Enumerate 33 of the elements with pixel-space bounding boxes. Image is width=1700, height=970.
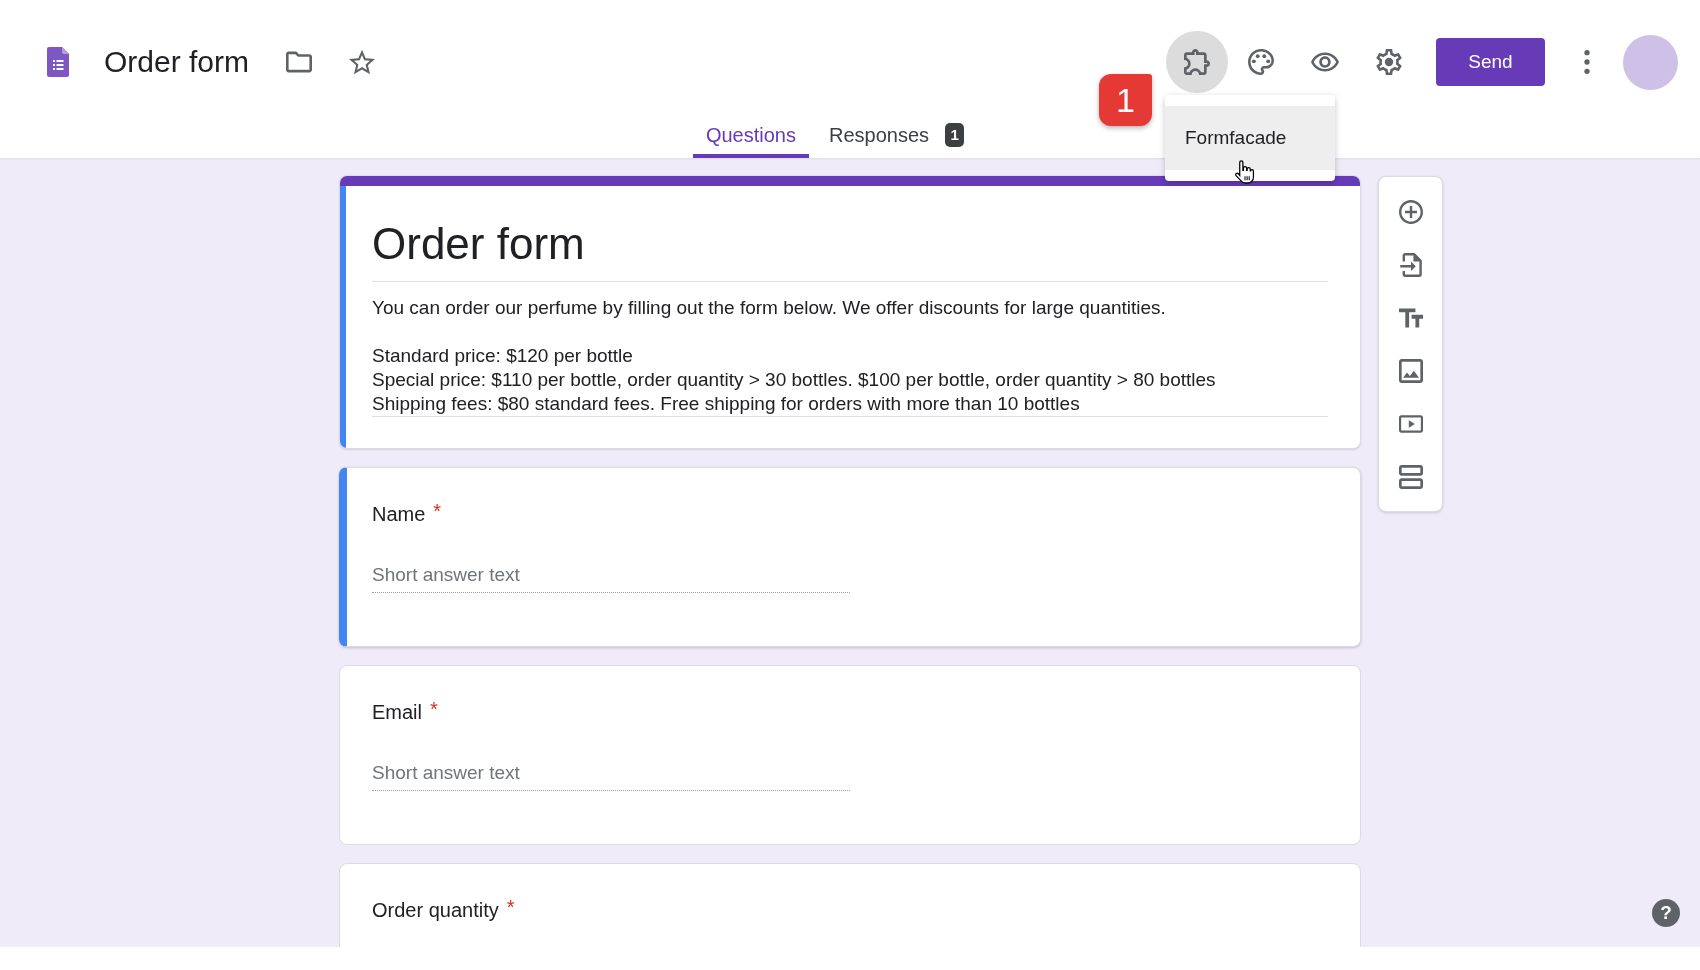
file-import-icon [1398,252,1423,277]
required-mark: * [430,698,438,720]
count-badge: 1 [945,123,965,147]
tab[interactable]: Responses 1 [816,93,978,158]
step-callout: 1 [1099,74,1152,126]
menu-item[interactable]: Formfacade [1165,106,1335,170]
send-button[interactable]: Send [1436,38,1545,86]
palette-icon [1248,49,1274,75]
help-button[interactable]: ? [1652,899,1680,927]
forms-logo-icon[interactable] [47,47,69,77]
form-description[interactable]: You can order our perfume by filling out the form below. We offer discounts for large quantities. Standard price: $120 per bottle Special price: $110 per bottle, order quantity > 30 bottles. $100 per bottle, order quantity > 80 bottles Shipping fees: $80 standard fees. Free shipping for orders with more than 10 bottles [372,296,1216,416]
question-card[interactable]: Email * Short answer text [339,665,1361,845]
star-icon [349,49,376,75]
question-title: Order quantity [372,898,499,923]
question-title: Name [372,502,426,527]
image-icon [1398,358,1423,383]
question-title: Email [372,700,422,725]
tab[interactable]: Questions [692,93,809,158]
question-card[interactable]: Order quantity * [339,863,1361,947]
required-mark: * [506,896,515,918]
answer-field[interactable]: Short answer text [372,756,850,791]
required-mark: * [433,500,442,522]
section-icon [1398,464,1423,489]
settings-icon [1376,49,1402,75]
puzzle-icon [1184,49,1210,75]
answer-field[interactable]: Short answer text [372,558,850,593]
document-title[interactable]: Order form [104,45,250,79]
eye-icon [1311,52,1339,72]
more-vertical-icon [1584,50,1590,74]
question-card[interactable]: Name * Short answer text [339,467,1361,647]
form-title[interactable]: Order form [372,218,585,270]
form-header-card[interactable] [339,175,1361,449]
folder-icon [286,49,313,75]
